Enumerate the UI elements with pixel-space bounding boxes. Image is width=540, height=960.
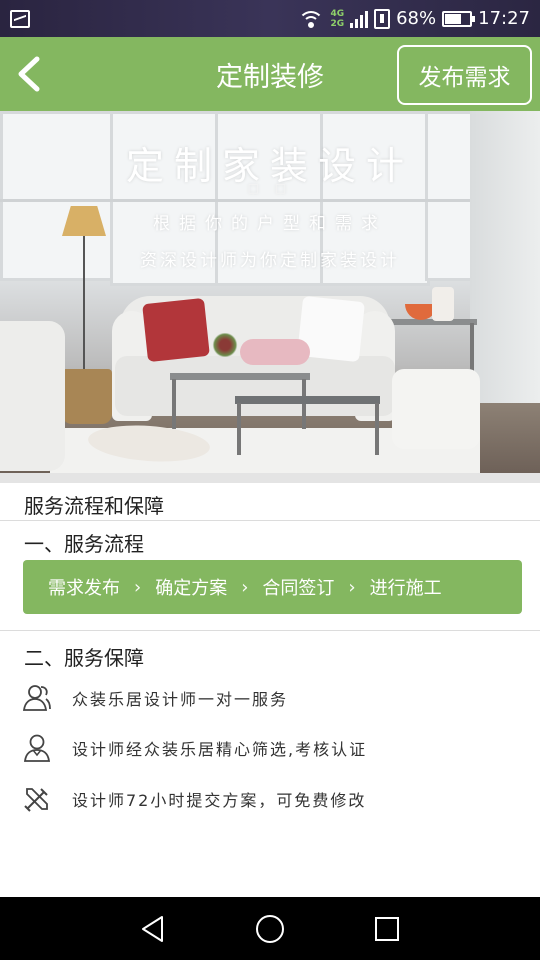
guarantee-item: 众装乐居设计师一对一服务 — [22, 682, 288, 714]
home-circle-icon[interactable] — [250, 909, 290, 949]
guarantee-text: 设计师72小时提交方案，可免费修改 — [72, 791, 367, 810]
divider — [0, 520, 540, 521]
chevron-right-icon: › — [348, 576, 356, 598]
signal-icon — [350, 10, 369, 28]
recents-square-icon[interactable] — [367, 909, 407, 949]
person-icon — [22, 733, 52, 763]
banner-subtitle-2: 资深设计师为你定制家装设计 — [140, 251, 400, 271]
wifi-icon — [298, 9, 325, 29]
guarantee-item: 设计师经众装乐居精心筛选,考核认证 — [22, 732, 367, 764]
guarantee-title: 二、服务保障 — [24, 646, 144, 670]
chevron-right-icon: › — [241, 576, 249, 598]
process-steps-bar: 需求发布 › 确定方案 › 合同签订 › 进行施工 — [23, 560, 522, 614]
network-2g-label: 2G — [330, 18, 345, 29]
app-header: 定制装修 发布需求 — [0, 37, 540, 111]
process-step-confirm-plan: 确定方案 — [155, 578, 228, 599]
battery-icon — [442, 10, 476, 27]
sim-alert-icon — [374, 8, 391, 29]
guarantee-text: 设计师经众装乐居精心筛选,考核认证 — [72, 740, 368, 759]
divider — [0, 630, 540, 631]
back-triangle-icon[interactable] — [133, 909, 173, 949]
clock: 17:27 — [478, 8, 530, 29]
hero-banner: 定制家装设计 □ □ 根据你的户型和需求 资深设计师为你定制家装设计 — [0, 111, 540, 473]
process-step-contract: 合同签订 — [262, 578, 335, 599]
system-nav-bar — [0, 897, 540, 960]
banner-subtitle-1: 根据你的户型和需求 — [153, 214, 387, 234]
chevron-right-icon: › — [134, 576, 142, 598]
process-step-publish: 需求发布 — [48, 578, 120, 599]
guarantee-text: 众装乐居设计师一对一服务 — [72, 690, 289, 709]
network-type-label: 4G 2G — [330, 9, 344, 29]
section-title: 服务流程和保障 — [24, 494, 164, 518]
battery-percent: 68% — [396, 8, 437, 29]
guarantee-item: 设计师72小时提交方案，可免费修改 — [22, 783, 366, 815]
network-4g-label: 4G — [330, 8, 345, 19]
back-button[interactable] — [10, 53, 50, 95]
banner-indicator: □ □ — [247, 181, 293, 195]
tools-icon — [22, 784, 52, 814]
status-bar: 4G 2G 68% 17:27 — [0, 0, 540, 37]
process-title: 一、服务流程 — [24, 532, 144, 556]
section-separator — [0, 473, 540, 483]
people-icon — [22, 683, 52, 713]
process-step-construction: 进行施工 — [369, 578, 442, 599]
chevron-left-icon — [18, 56, 40, 92]
gallery-notification-icon — [10, 9, 30, 28]
publish-request-button[interactable]: 发布需求 — [397, 45, 532, 105]
